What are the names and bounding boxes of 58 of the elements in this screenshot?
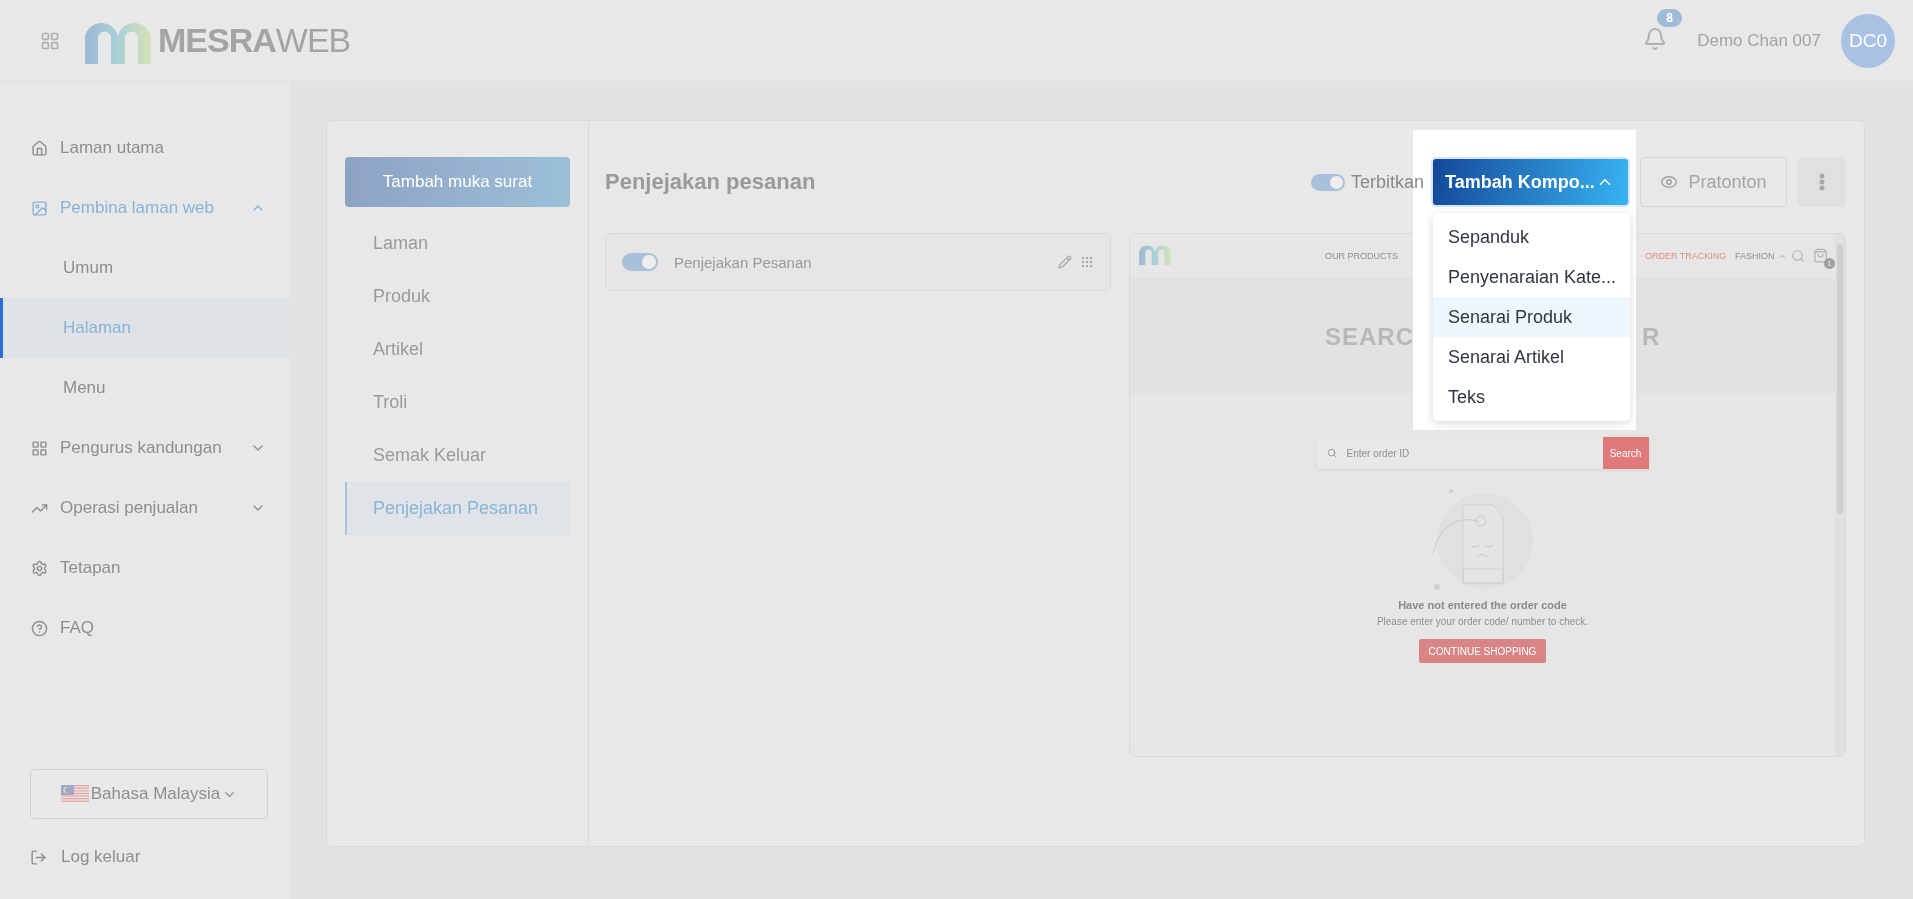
flag-icon — [60, 785, 89, 803]
component-toggle[interactable] — [622, 253, 658, 271]
component-label: Penjejakan Pesanan — [674, 253, 813, 271]
help-icon — [31, 619, 48, 637]
preview-button[interactable]: Pratonton — [1640, 157, 1787, 207]
apps-icon[interactable] — [40, 30, 60, 51]
page-title: Penjejakan pesanan — [605, 169, 817, 195]
empty-title: Have not entered the order code — [1398, 599, 1567, 611]
more-button[interactable] — [1797, 157, 1846, 207]
menu-item[interactable]: Senarai Produk — [1433, 297, 1630, 337]
menu-item[interactable]: Sepanduk — [1433, 217, 1630, 257]
more-icon — [1818, 173, 1825, 191]
page-item[interactable]: Semak Keluar — [345, 429, 570, 482]
page-item[interactable]: Laman — [345, 217, 570, 270]
logout-icon — [30, 848, 47, 866]
add-page-button[interactable]: Tambah muka surat — [345, 157, 570, 207]
sidebar-item[interactable]: Pengurus kandungan — [0, 418, 290, 478]
sidebar-subitem[interactable]: Halaman — [0, 298, 290, 358]
page-item[interactable]: Penjejakan Pesanan — [345, 482, 570, 535]
image-icon — [31, 199, 48, 217]
continue-shopping-button[interactable]: CONTINUE SHOPPING — [1418, 639, 1547, 663]
add-component-button[interactable]: Tambah Kompo... — [1431, 157, 1630, 207]
empty-text: Please enter your order code/ number to check. — [1376, 616, 1589, 627]
avatar[interactable]: DC0 — [1841, 13, 1895, 68]
home-icon — [31, 139, 48, 157]
menu-item[interactable]: Senarai Artikel — [1433, 337, 1630, 377]
search-icon — [1326, 448, 1337, 458]
bell-icon[interactable] — [1643, 26, 1668, 51]
drag-handle-icon[interactable] — [1080, 255, 1094, 269]
notification-badge: 8 — [1657, 8, 1682, 27]
sidebar-item[interactable]: Operasi penjualan — [0, 478, 290, 538]
sidebar-subitem[interactable]: Umum — [0, 238, 290, 298]
logout-link[interactable]: Log keluar — [0, 837, 290, 877]
page-item[interactable]: Produk — [345, 270, 570, 323]
component-card[interactable]: Penjejakan Pesanan — [605, 233, 1111, 291]
sidebar-subitem[interactable]: Menu — [0, 358, 290, 418]
bag-icon — [1813, 248, 1828, 263]
grid-icon — [31, 439, 48, 457]
search-icon — [1791, 249, 1805, 263]
eye-icon — [1660, 173, 1679, 191]
sidebar-item[interactable]: Pembina laman web — [0, 178, 290, 238]
publish-toggle[interactable] — [1310, 173, 1345, 191]
sidebar-item[interactable]: Laman utama — [0, 118, 290, 178]
sidebar-item[interactable]: Tetapan — [0, 538, 290, 598]
menu-item[interactable]: Teks — [1433, 377, 1630, 417]
settings-icon — [31, 559, 48, 577]
preview-search-button[interactable]: Search — [1602, 437, 1649, 469]
publish-label: Terbitkan — [1350, 171, 1424, 193]
page-item[interactable]: Troli — [345, 376, 570, 429]
page-item[interactable]: Artikel — [345, 323, 570, 376]
scrollbar[interactable] — [1835, 234, 1845, 756]
sidebar-item[interactable]: FAQ — [0, 598, 290, 658]
menu-item[interactable]: Penyenaraian Kate... — [1433, 257, 1630, 297]
pencil-icon[interactable] — [1058, 255, 1072, 269]
language-select[interactable]: Bahasa Malaysia — [30, 769, 268, 819]
logo-icon — [1138, 242, 1172, 266]
user-name: Demo Chan 007 — [1697, 30, 1821, 51]
logo-text: MESRAWEB — [158, 21, 351, 60]
